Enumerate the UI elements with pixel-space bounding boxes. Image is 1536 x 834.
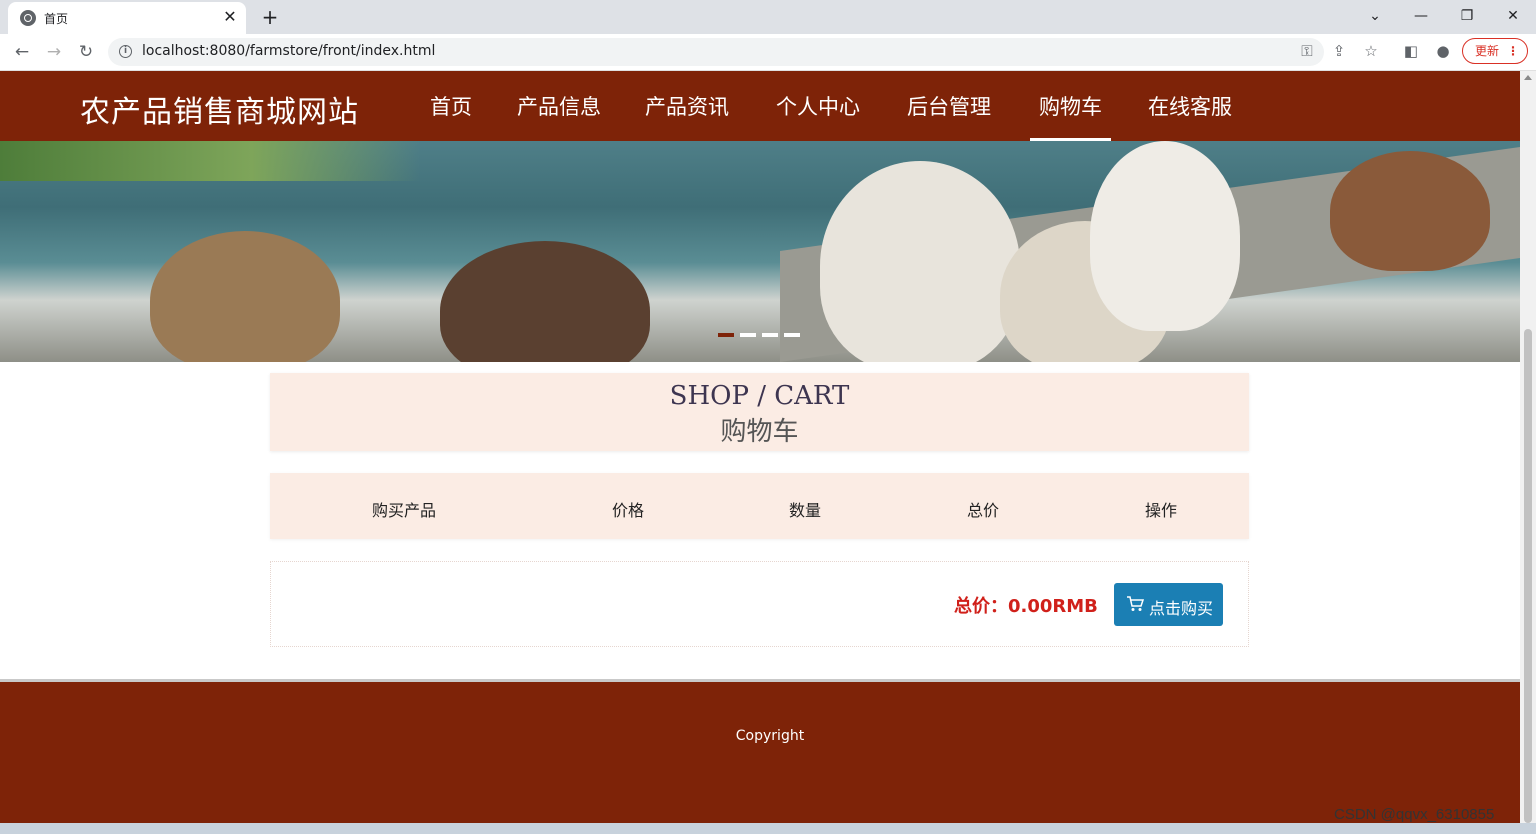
- banner-goat: [820, 161, 1020, 362]
- cart-summary: 总价：0.00RMB 点击购买: [270, 561, 1249, 647]
- buy-button-label: 点击购买: [1149, 599, 1214, 618]
- nav-cart[interactable]: 购物车: [1030, 91, 1111, 141]
- cart-title-en: SHOP / CART: [669, 381, 850, 411]
- carousel-dot[interactable]: [784, 333, 800, 337]
- url-text: localhost:8080/farmstore/front/index.htm…: [142, 43, 436, 59]
- update-label: 更新: [1475, 44, 1500, 58]
- side-panel-icon[interactable]: ◧: [1400, 40, 1422, 62]
- browser-tab[interactable]: 首页 ✕: [8, 2, 246, 34]
- cart-title-cn: 购物车: [720, 417, 799, 447]
- share-icon[interactable]: ⇪: [1328, 40, 1350, 62]
- nav-home[interactable]: 首页: [430, 91, 472, 141]
- globe-icon: [20, 10, 36, 26]
- profile-avatar-icon[interactable]: ●: [1432, 40, 1454, 62]
- col-price: 价格: [612, 501, 645, 520]
- key-icon[interactable]: ⚿: [1296, 40, 1318, 62]
- os-taskbar: [0, 823, 1536, 834]
- update-button[interactable]: 更新 ⋮: [1462, 38, 1528, 64]
- nav-personal-center[interactable]: 个人中心: [776, 91, 860, 141]
- window-close-icon[interactable]: ✕: [1498, 4, 1528, 28]
- banner-goat: [1330, 151, 1490, 271]
- nav-product-news[interactable]: 产品资讯: [645, 91, 729, 141]
- tab-list-chevron-icon[interactable]: ⌄: [1360, 4, 1390, 28]
- nav-product-info[interactable]: 产品信息: [517, 91, 601, 141]
- col-product: 购买产品: [372, 501, 437, 520]
- site-info-icon[interactable]: i: [119, 45, 132, 58]
- csdn-watermark: CSDN @qqvx_6310855: [1334, 806, 1495, 823]
- nav-admin[interactable]: 后台管理: [907, 91, 991, 141]
- site-title: 农产品销售商城网站: [80, 95, 359, 130]
- col-quantity: 数量: [789, 501, 822, 520]
- banner-goat: [150, 231, 340, 362]
- carousel-dot[interactable]: [740, 333, 756, 337]
- scroll-up-arrow-icon[interactable]: [1524, 75, 1532, 80]
- menu-dots-icon: ⋮: [1507, 44, 1519, 58]
- site-header: 农产品销售商城网站 首页 产品信息 产品资讯 个人中心 后台管理 购物车 在线客…: [0, 71, 1520, 141]
- tab-close-icon[interactable]: ✕: [220, 7, 240, 27]
- cart-title-box: SHOP / CART 购物车: [270, 373, 1249, 451]
- restore-icon[interactable]: ❐: [1452, 4, 1482, 28]
- page-viewport: 农产品销售商城网站 首页 产品信息 产品资讯 个人中心 后台管理 购物车 在线客…: [0, 71, 1520, 823]
- tab-title: 首页: [44, 12, 69, 26]
- bookmark-star-icon[interactable]: ☆: [1360, 40, 1382, 62]
- shopping-cart-icon: [1127, 596, 1144, 611]
- banner-goat: [1090, 141, 1240, 331]
- buy-button[interactable]: 点击购买: [1114, 583, 1223, 626]
- address-bar[interactable]: i localhost:8080/farmstore/front/index.h…: [108, 38, 1324, 66]
- page-scrollbar[interactable]: [1520, 71, 1536, 823]
- minimize-icon[interactable]: —: [1406, 4, 1436, 28]
- browser-tab-bar: 首页 ✕ + ⌄ — ❐ ✕: [0, 0, 1536, 34]
- site-footer: Copyright: [0, 679, 1520, 823]
- forward-arrow-icon[interactable]: →: [42, 40, 66, 64]
- nav-online-service[interactable]: 在线客服: [1148, 91, 1232, 141]
- col-action: 操作: [1145, 501, 1178, 520]
- cart-table-header: 购买产品 价格 数量 总价 操作: [270, 473, 1249, 539]
- scrollbar-thumb[interactable]: [1524, 329, 1532, 823]
- carousel-indicators: [718, 333, 806, 352]
- copyright-text: Copyright: [735, 728, 805, 744]
- new-tab-icon[interactable]: +: [258, 5, 282, 29]
- reload-icon[interactable]: ↻: [74, 40, 98, 64]
- carousel-dot[interactable]: [762, 333, 778, 337]
- banner-grass: [0, 141, 420, 181]
- carousel-dot[interactable]: [718, 333, 734, 337]
- cart-total: 总价：0.00RMB: [954, 596, 1098, 617]
- col-subtotal: 总价: [967, 501, 1000, 520]
- banner-carousel[interactable]: [0, 141, 1520, 362]
- back-arrow-icon[interactable]: ←: [10, 40, 34, 64]
- banner-goat: [440, 241, 650, 362]
